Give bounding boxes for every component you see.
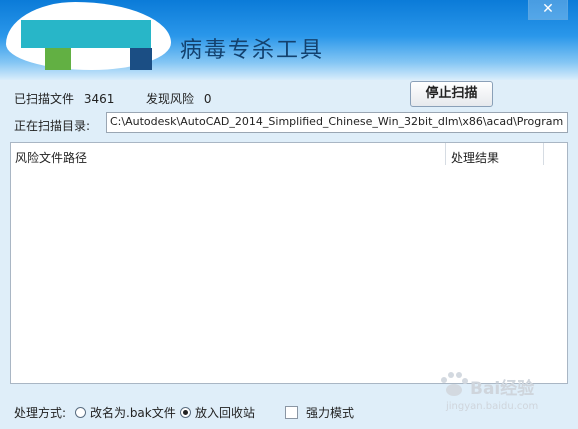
force-mode-label: 强力模式	[306, 406, 355, 420]
column-header-path[interactable]: 风险文件路径	[15, 149, 87, 166]
scanned-files-label: 已扫描文件	[14, 92, 75, 106]
scanned-files-value: 3461	[83, 92, 115, 106]
column-header-result[interactable]: 处理结果	[451, 149, 499, 166]
radio-unselected-icon	[75, 407, 86, 418]
close-button[interactable]: ✕	[528, 0, 568, 20]
force-mode-checkbox[interactable]: 强力模式	[285, 404, 354, 421]
stop-scan-button[interactable]: 停止扫描	[410, 81, 493, 107]
radio-recycle-bin-label: 放入回收站	[195, 406, 256, 420]
risk-count-stat: 发现风险 0	[146, 90, 211, 107]
radio-recycle-bin[interactable]: 放入回收站	[180, 404, 255, 421]
column-divider	[543, 143, 544, 165]
risk-count-label: 发现风险	[146, 92, 195, 106]
watermark-brand: Bai经验	[470, 379, 535, 399]
app-window: 病毒专杀工具 ✕ 已扫描文件 3461 发现风险 0 停止扫描 正在扫描目录: …	[0, 0, 578, 429]
checkbox-icon	[285, 406, 298, 419]
scan-dir-label: 正在扫描目录:	[14, 119, 91, 133]
logo-navy-block	[130, 48, 152, 70]
logo-green-block	[45, 48, 71, 70]
paw-icon	[441, 372, 468, 396]
column-divider	[445, 143, 446, 165]
scan-dir-field[interactable]: C:\Autodesk\AutoCAD_2014_Simplified_Chin…	[106, 112, 568, 133]
risk-file-table[interactable]: 风险文件路径 处理结果	[10, 142, 568, 384]
radio-selected-icon	[180, 407, 191, 418]
title-bar: 病毒专杀工具 ✕	[0, 0, 578, 80]
radio-rename-bak-label: 改名为.bak文件	[90, 406, 176, 420]
baidu-watermark: Bai经验 jingyan.baidu.com	[430, 368, 570, 424]
app-title: 病毒专杀工具	[180, 38, 325, 63]
radio-rename-bak[interactable]: 改名为.bak文件	[75, 404, 176, 421]
close-icon: ✕	[542, 1, 554, 17]
handling-mode-label: 处理方式:	[14, 406, 67, 420]
risk-count-value: 0	[203, 92, 212, 106]
scanned-files-stat: 已扫描文件 3461	[14, 90, 114, 107]
logo-teal-block	[21, 20, 151, 48]
watermark-url: jingyan.baidu.com	[446, 401, 539, 412]
